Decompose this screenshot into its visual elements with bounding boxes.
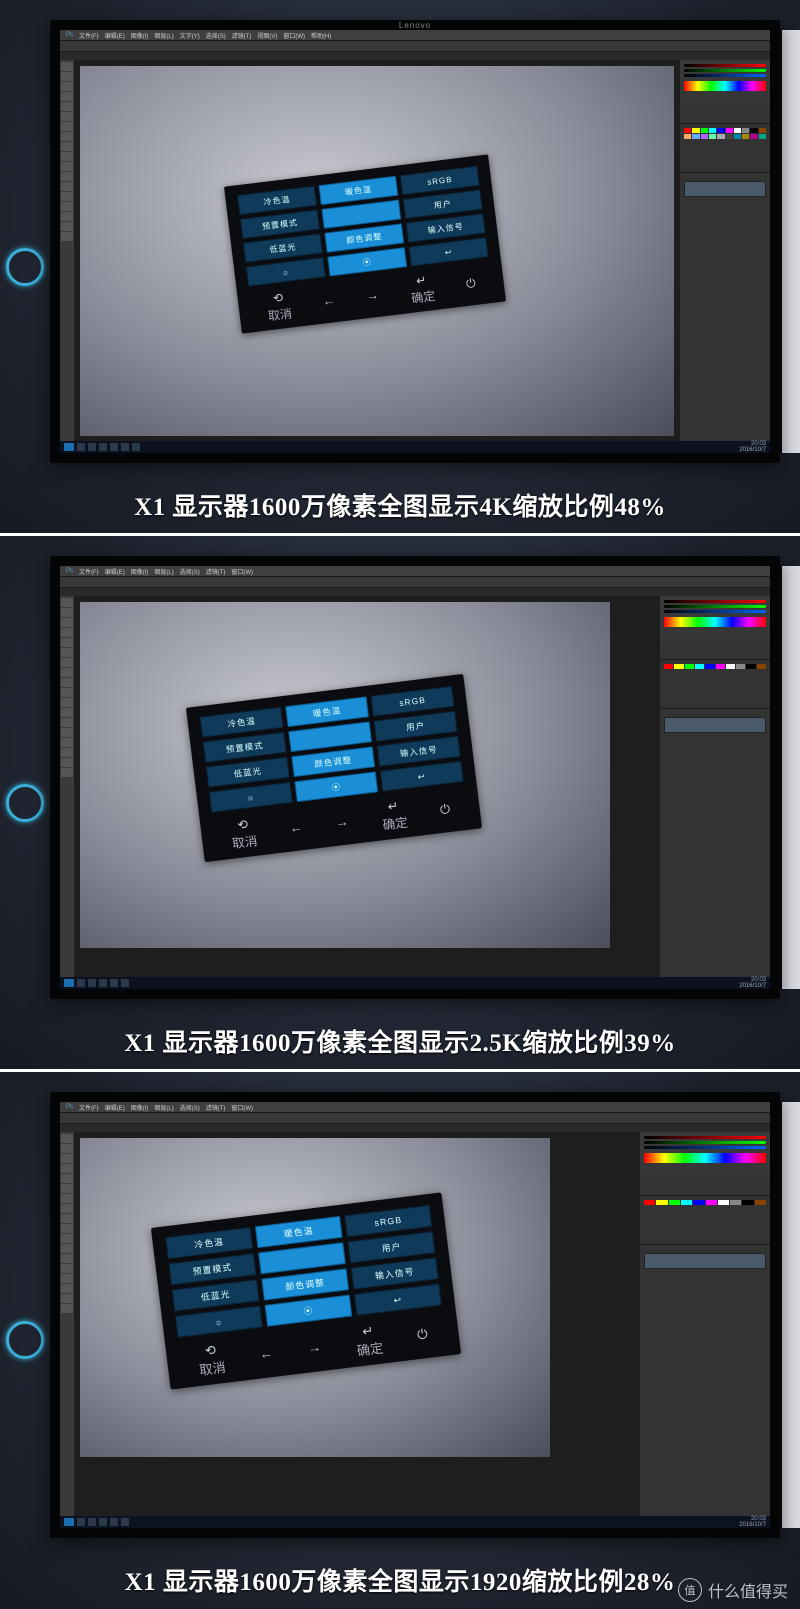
osd-confirm-label: 确定 xyxy=(410,286,436,306)
photoshop-menu-bar: Ps 文件(F) 编辑(E) 图像(I) 图层(L) 文字(Y) 选择(S) 滤… xyxy=(60,30,770,41)
secondary-monitor-edge xyxy=(778,30,800,453)
photoshop-options-bar xyxy=(60,41,770,52)
menu-window: 窗口(W) xyxy=(283,31,305,40)
panel-2.5k: Ps 文件(F)编辑(E)图像(I)图层(L)选择(S)滤镜(T)窗口(W) xyxy=(0,536,800,1072)
power-icon: ⏻ xyxy=(465,275,476,291)
monitor-osd-menu: 冷色温 暖色温 sRGB 预置模式 用户 低蓝光 颜色调整 输入信号 xyxy=(224,154,506,333)
taskbar-clock: 20:03 2016/10/7 xyxy=(739,441,766,453)
monitor-screen: Ps 文件(F)编辑(E)图像(I)图层(L)选择(S)滤镜(T)窗口(W) xyxy=(60,1102,770,1528)
color-spectrum xyxy=(684,81,766,91)
photoshop-toolbar xyxy=(60,596,74,978)
menu-image: 图像(I) xyxy=(131,31,149,40)
ps-logo-icon: Ps xyxy=(66,32,73,38)
photoshop-document-tab xyxy=(60,1124,770,1132)
caption-2.5k: X1 显示器1600万像素全图显示2.5K缩放比例39% xyxy=(0,1023,800,1059)
ps-logo-icon: Ps xyxy=(66,1104,73,1110)
layers-panel xyxy=(680,173,770,442)
monitor-frame: Ps 文件(F)编辑(E)图像(I)图层(L)选择(S)滤镜(T)窗口(W) xyxy=(50,556,780,999)
photoshop-toolbar xyxy=(60,60,74,442)
photoshop-menu-bar: Ps 文件(F)编辑(E)图像(I)图层(L)选择(S)滤镜(T)窗口(W) xyxy=(60,1102,770,1113)
monitor-screen: Ps 文件(F)编辑(E)图像(I)图层(L)选择(S)滤镜(T)窗口(W) xyxy=(60,566,770,989)
arrow-right-icon: → xyxy=(366,287,380,302)
monitor-frame: Lenovo Ps 文件(F) 编辑(E) 图像(I) 图层(L) 文字(Y) … xyxy=(50,20,780,463)
panel-4k: Lenovo Ps 文件(F) 编辑(E) 图像(I) 图层(L) 文字(Y) … xyxy=(0,0,800,536)
osd-tiles: 冷色温 暖色温 sRGB 预置模式 用户 低蓝光 颜色调整 输入信号 xyxy=(237,165,488,286)
secondary-monitor-edge xyxy=(778,1102,800,1528)
power-ring-led xyxy=(6,1321,44,1359)
panel-1920: Ps 文件(F)编辑(E)图像(I)图层(L)选择(S)滤镜(T)窗口(W) xyxy=(0,1072,800,1608)
photoshop-canvas: 冷色温 暖色温 sRGB 预置模式 用户 低蓝光 颜色调整 输入信号 xyxy=(74,60,680,442)
power-ring-led xyxy=(6,248,44,286)
menu-type: 文字(Y) xyxy=(180,31,200,40)
smzdm-badge-icon: 值 xyxy=(678,1578,702,1602)
photoshop-canvas: 冷色温 暖色温 sRGB 预置模式 用户 低蓝光 颜色调整 输入信号 xyxy=(74,596,660,978)
photoshop-options-bar xyxy=(60,1113,770,1124)
photoshop-workspace: 冷色温 暖色温 sRGB 预置模式 用户 低蓝光 颜色调整 输入信号 xyxy=(60,60,770,442)
clock-date: 2016/10/7 xyxy=(739,447,766,453)
monitor-frame: Ps 文件(F)编辑(E)图像(I)图层(L)选择(S)滤镜(T)窗口(W) xyxy=(50,1092,780,1538)
secondary-monitor-edge xyxy=(778,566,800,989)
menu-layer: 图层(L) xyxy=(154,31,173,40)
menu-select: 选择(S) xyxy=(206,31,226,40)
photoshop-canvas: 冷色温 暖色温 sRGB 预置模式 用户 低蓝光 颜色调整 输入信号 xyxy=(74,1132,640,1517)
photo-content: 冷色温 暖色温 sRGB 预置模式 用户 低蓝光 颜色调整 输入信号 xyxy=(80,66,674,436)
osd-cancel-label: 取消 xyxy=(267,304,293,324)
menu-view: 视图(V) xyxy=(257,31,277,40)
enter-icon: ↵ xyxy=(415,272,427,287)
menu-file: 文件(F) xyxy=(79,31,99,40)
caption-4k: X1 显示器1600万像素全图显示4K缩放比例48% xyxy=(0,487,800,523)
photoshop-panels xyxy=(680,60,770,442)
photoshop-options-bar xyxy=(60,577,770,588)
exit-icon: ⟲ xyxy=(272,290,284,305)
menu-edit: 编辑(E) xyxy=(105,31,125,40)
start-button-icon xyxy=(64,443,74,451)
photoshop-toolbar xyxy=(60,1132,74,1517)
photoshop-document-tab xyxy=(60,588,770,596)
menu-help: 帮助(H) xyxy=(311,31,331,40)
monitor-brand-label: Lenovo xyxy=(399,21,431,30)
osd-tile-return-icon: ↩ xyxy=(409,237,489,266)
arrow-left-icon: ← xyxy=(322,293,336,308)
photoshop-document-tab xyxy=(60,52,770,60)
smzdm-watermark: 值 什么值得买 xyxy=(678,1578,788,1602)
smzdm-text: 什么值得买 xyxy=(708,1578,788,1602)
swatches-panel xyxy=(680,124,770,173)
layer-row xyxy=(684,181,766,197)
ps-logo-icon: Ps xyxy=(66,568,73,574)
comparison-image: Lenovo Ps 文件(F) 编辑(E) 图像(I) 图层(L) 文字(Y) … xyxy=(0,0,800,1608)
color-panel xyxy=(680,60,770,124)
photoshop-menu-bar: Ps 文件(F)编辑(E)图像(I)图层(L)选择(S)滤镜(T)窗口(W) xyxy=(60,566,770,577)
menu-filter: 滤镜(T) xyxy=(232,31,252,40)
monitor-screen: Ps 文件(F) 编辑(E) 图像(I) 图层(L) 文字(Y) 选择(S) 滤… xyxy=(60,30,770,453)
power-ring-led xyxy=(6,784,44,822)
windows-taskbar: 20:03 2016/10/7 xyxy=(60,441,770,453)
